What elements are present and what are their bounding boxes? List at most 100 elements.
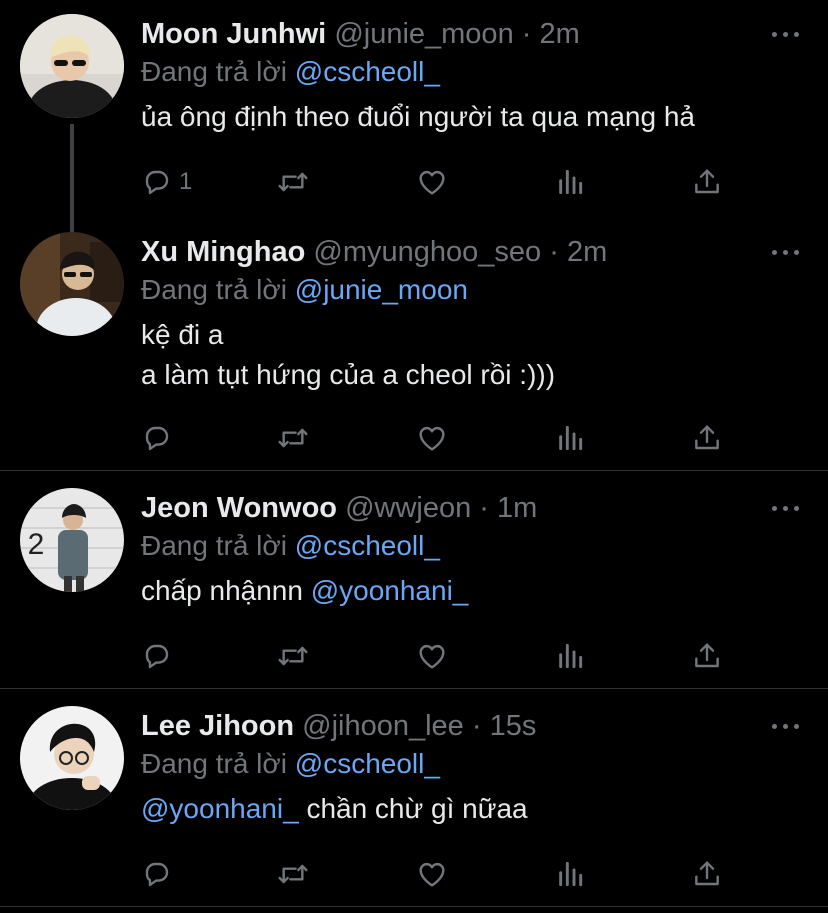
reply-icon	[141, 858, 173, 890]
user-handle[interactable]: @myunghoo_seo	[313, 236, 541, 268]
tweet-content: Xu Minghao @myunghoo_seo · 2m Đang trả l…	[141, 235, 808, 395]
avatar[interactable]	[20, 232, 124, 336]
user-handle[interactable]: @junie_moon	[334, 18, 513, 50]
retweet-button[interactable]	[277, 638, 309, 674]
retweet-button[interactable]	[277, 856, 309, 892]
timestamp[interactable]: 1m	[497, 492, 537, 524]
tweet-actions	[141, 638, 741, 674]
more-icon[interactable]	[772, 722, 800, 732]
tweet-text-line: kệ đi a	[141, 319, 224, 350]
tweet-text: @yoonhani_ chần chừ gì nữaa	[141, 789, 808, 829]
separator-dot: ·	[549, 236, 559, 268]
mention-link[interactable]: @junie_moon	[295, 274, 468, 305]
retweet-icon	[277, 422, 309, 454]
user-handle[interactable]: @jihoon_lee	[302, 710, 464, 742]
like-button[interactable]	[416, 420, 448, 456]
share-button[interactable]	[691, 164, 723, 200]
reply-count: 1	[179, 168, 193, 195]
views-button[interactable]	[554, 856, 586, 892]
views-icon	[554, 640, 586, 672]
replying-to: Đang trả lời @junie_moon	[141, 273, 808, 307]
share-icon	[691, 858, 723, 890]
replying-to-label: Đang trả lời	[141, 56, 287, 87]
retweet-icon	[277, 640, 309, 672]
share-button[interactable]	[691, 638, 723, 674]
tweet-content: Moon Junhwi @junie_moon · 2m Đang trả lờ…	[141, 17, 808, 137]
retweet-icon	[277, 858, 309, 890]
tweet-text: chấp nhậnnn @yoonhani_	[141, 571, 808, 611]
views-button[interactable]	[554, 638, 586, 674]
views-icon	[554, 422, 586, 454]
share-icon	[691, 422, 723, 454]
mention-link[interactable]: @cscheoll_	[295, 530, 440, 561]
avatar-badge: 2	[28, 528, 45, 561]
reply-icon	[141, 422, 173, 454]
timestamp[interactable]: 2m	[567, 236, 607, 268]
mention-link[interactable]: @cscheoll_	[295, 748, 440, 779]
timestamp[interactable]: 2m	[540, 18, 580, 50]
like-icon	[416, 858, 448, 890]
display-name[interactable]: Lee Jihoon	[141, 710, 294, 742]
replying-to: Đang trả lời @cscheoll_	[141, 747, 808, 781]
more-icon[interactable]	[772, 248, 800, 258]
mention-link[interactable]: @cscheoll_	[295, 56, 440, 87]
views-button[interactable]	[554, 164, 586, 200]
share-button[interactable]	[691, 420, 723, 456]
display-name[interactable]: Jeon Wonwoo	[141, 492, 337, 524]
like-icon	[416, 166, 448, 198]
tweet-divider	[0, 688, 828, 689]
tweet-actions: 1	[141, 164, 741, 200]
more-icon[interactable]	[772, 30, 800, 40]
tweet-text-line: chần chừ gì nữaa	[306, 793, 528, 824]
views-button[interactable]	[554, 420, 586, 456]
tweet-content: Jeon Wonwoo @wwjeon · 1m Đang trả lời @c…	[141, 491, 808, 611]
tweet-divider	[0, 470, 828, 471]
replying-to-label: Đang trả lời	[141, 530, 287, 561]
tweet-actions	[141, 420, 741, 456]
reply-button[interactable]	[141, 420, 173, 456]
display-name[interactable]: Moon Junhwi	[141, 18, 326, 50]
display-name[interactable]: Xu Minghao	[141, 236, 305, 268]
retweet-icon	[277, 166, 309, 198]
user-handle[interactable]: @wwjeon	[345, 492, 471, 524]
replying-to-label: Đang trả lời	[141, 748, 287, 779]
more-icon[interactable]	[772, 504, 800, 514]
retweet-button[interactable]	[277, 164, 309, 200]
like-button[interactable]	[416, 164, 448, 200]
tweet-text: ủa ông định theo đuổi người ta qua mạng …	[141, 97, 808, 137]
share-icon	[691, 166, 723, 198]
separator-dot: ·	[471, 710, 482, 742]
timestamp[interactable]: 15s	[490, 710, 537, 742]
tweet-divider	[0, 906, 828, 907]
tweet-text-line: chấp nhậnnn	[141, 575, 303, 606]
mention-link[interactable]: @yoonhani_	[141, 793, 299, 824]
like-button[interactable]	[416, 856, 448, 892]
mention-link[interactable]: @yoonhani_	[311, 575, 469, 606]
reply-icon	[141, 640, 173, 672]
like-icon	[416, 422, 448, 454]
replying-to: Đang trả lời @cscheoll_	[141, 55, 808, 89]
retweet-button[interactable]	[277, 420, 309, 456]
thread-connector-line	[70, 124, 74, 232]
reply-button[interactable]	[141, 638, 173, 674]
tweet-content: Lee Jihoon @jihoon_lee · 15s Đang trả lờ…	[141, 709, 808, 829]
tweet-text: kệ đi a a làm tụt hứng của a cheol rồi :…	[141, 315, 808, 395]
reply-button[interactable]: 1	[141, 164, 192, 200]
avatar[interactable]	[20, 706, 124, 810]
like-icon	[416, 640, 448, 672]
reply-icon	[141, 166, 173, 198]
separator-dot: ·	[521, 18, 532, 50]
replying-to-label: Đang trả lời	[141, 274, 287, 305]
tweet-text-line: ủa ông định theo đuổi người ta qua mạng …	[141, 101, 695, 132]
avatar[interactable]	[20, 14, 124, 118]
share-icon	[691, 640, 723, 672]
reply-button[interactable]	[141, 856, 173, 892]
share-button[interactable]	[691, 856, 723, 892]
replying-to: Đang trả lời @cscheoll_	[141, 529, 808, 563]
views-icon	[554, 858, 586, 890]
separator-dot: ·	[479, 492, 489, 524]
tweet-text-line: a làm tụt hứng của a cheol rồi :)))	[141, 359, 556, 390]
tweet-actions	[141, 856, 741, 892]
like-button[interactable]	[416, 638, 448, 674]
avatar[interactable]: 2	[20, 488, 124, 592]
